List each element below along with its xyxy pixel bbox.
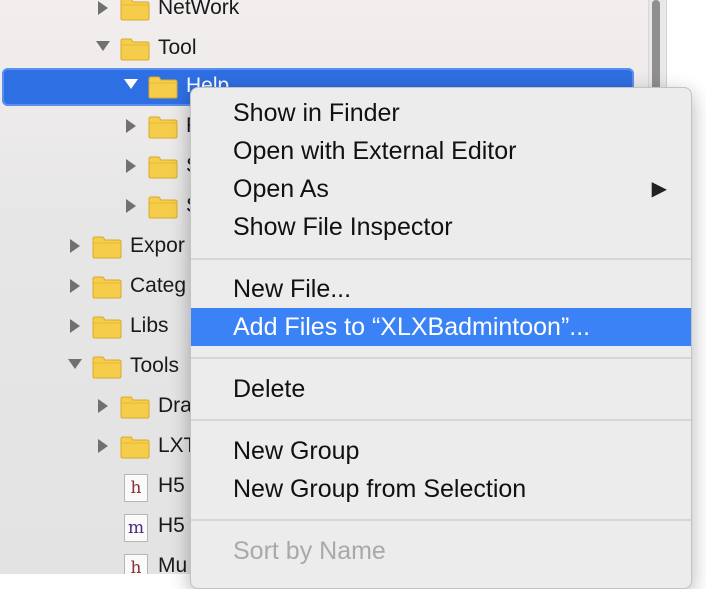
folder-icon	[148, 115, 178, 139]
header-file-icon: h	[124, 554, 148, 574]
folder-icon	[120, 435, 150, 459]
row-label: Expor	[130, 234, 185, 257]
folder-icon	[92, 275, 122, 299]
folder-icon	[120, 0, 150, 21]
disclosure-collapsed-icon[interactable]	[96, 437, 112, 457]
disclosure-expanded-icon[interactable]	[94, 39, 110, 59]
menu-item-label: Open As	[233, 175, 329, 203]
menu-item-new-group-from-selection[interactable]: New Group from Selection	[191, 470, 691, 508]
disclosure-collapsed-icon[interactable]	[124, 197, 140, 217]
header-file-icon: h	[124, 474, 148, 502]
implementation-file-icon: m	[124, 514, 148, 542]
menu-separator	[191, 519, 691, 521]
menu-separator	[191, 357, 691, 359]
disclosure-collapsed-icon[interactable]	[68, 277, 84, 297]
disclosure-collapsed-icon[interactable]	[124, 117, 140, 137]
menu-item-show-file-inspector[interactable]: Show File Inspector	[191, 208, 691, 246]
disclosure-collapsed-icon[interactable]	[68, 317, 84, 337]
row-label: Tools	[130, 354, 180, 377]
menu-item-sort-by-name: Sort by Name	[233, 537, 386, 565]
row-label: NetWork	[158, 0, 240, 19]
menu-item-add-files[interactable]: Add Files to “XLXBadmintoon”...	[191, 308, 691, 346]
folder-icon	[148, 195, 178, 219]
row-label: Libs	[130, 314, 169, 337]
menu-item-new-file[interactable]: New File...	[191, 270, 691, 308]
row-label: Mu	[158, 554, 188, 574]
folder-icon	[92, 235, 122, 259]
menu-item-new-group[interactable]: New Group	[191, 432, 691, 470]
disclosure-collapsed-icon[interactable]	[124, 157, 140, 177]
menu-item-open-as[interactable]: Open As ▶	[191, 170, 691, 208]
context-menu: Show in Finder Open with External Editor…	[190, 87, 692, 589]
disclosure-collapsed-icon[interactable]	[96, 397, 112, 417]
submenu-arrow-icon: ▶	[651, 178, 667, 200]
menu-separator	[191, 419, 691, 421]
disclosure-expanded-icon[interactable]	[122, 77, 138, 97]
row-label: H5	[158, 474, 185, 497]
folder-icon	[120, 395, 150, 419]
navigator-row-tool[interactable]: Tool	[0, 30, 640, 68]
folder-icon	[148, 155, 178, 179]
scrollbar-thumb[interactable]	[652, 0, 660, 95]
folder-icon	[120, 37, 150, 61]
menu-item-show-in-finder[interactable]: Show in Finder	[191, 94, 691, 132]
menu-item-open-with-external-editor[interactable]: Open with External Editor	[191, 132, 691, 170]
menu-separator	[191, 258, 691, 260]
disclosure-expanded-icon[interactable]	[66, 357, 82, 377]
row-label: Dra	[158, 394, 192, 417]
row-label: Categ	[130, 274, 187, 297]
menu-item-delete[interactable]: Delete	[191, 370, 691, 408]
disclosure-collapsed-icon[interactable]	[68, 237, 84, 257]
folder-icon	[92, 355, 122, 379]
navigator-row-network[interactable]: NetWork	[0, 0, 640, 28]
folder-icon	[92, 315, 122, 339]
row-label: Tool	[158, 36, 197, 59]
folder-icon	[148, 75, 178, 99]
row-label: H5	[158, 514, 185, 537]
disclosure-collapsed-icon[interactable]	[96, 0, 112, 19]
